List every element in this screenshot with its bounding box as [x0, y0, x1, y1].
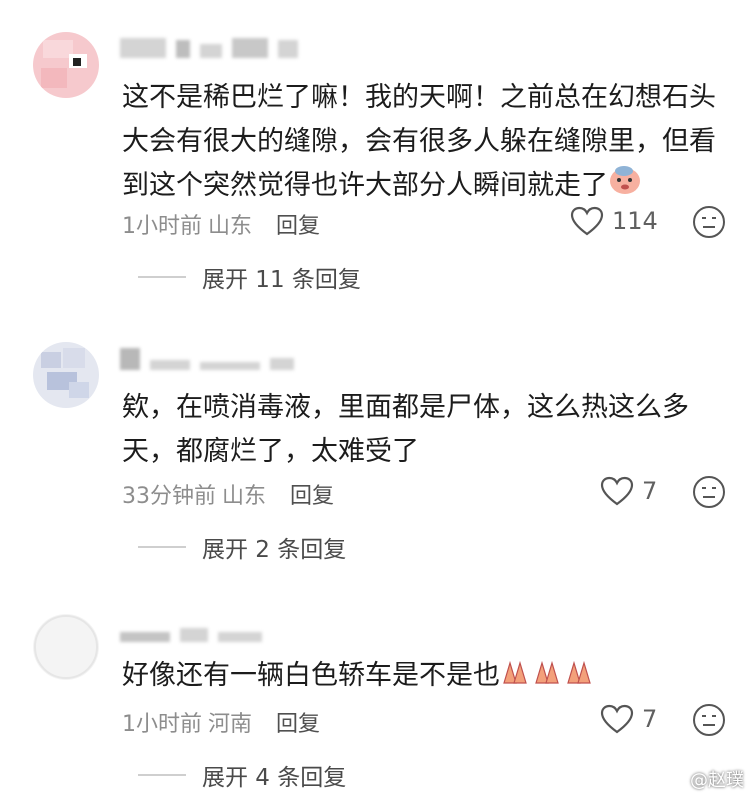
- dislike-face-icon[interactable]: [691, 204, 727, 240]
- expand-replies[interactable]: 展开 2 条回复: [138, 530, 346, 564]
- timestamp: 1小时前: [122, 214, 202, 239]
- dislike-face-icon[interactable]: [691, 474, 727, 510]
- comment-meta: 1小时前 山东 回复: [122, 208, 320, 240]
- like-count: 7: [642, 705, 658, 733]
- username-blurred[interactable]: [120, 36, 298, 58]
- heart-icon: [600, 704, 634, 734]
- divider-line: [138, 774, 186, 776]
- avatar[interactable]: [33, 614, 99, 680]
- like-count: 114: [612, 207, 658, 235]
- watermark-text: @赵璞: [690, 770, 744, 791]
- comment-text: 欸，在喷消毒液，里面都是尸体，这么热这么多天，都腐烂了，太难受了: [122, 392, 689, 467]
- praying-hands-emoji: [500, 655, 596, 699]
- location: 山东: [222, 484, 267, 509]
- divider-line: [138, 546, 186, 548]
- heart-icon: [600, 476, 634, 506]
- comment-text: 好像还有一辆白色轿车是不是也: [122, 654, 722, 699]
- location: 河南: [208, 712, 253, 737]
- like-button[interactable]: 114: [570, 206, 658, 236]
- location: 山东: [208, 214, 253, 239]
- timestamp: 1小时前: [122, 712, 202, 737]
- expand-replies-label: 展开 2 条回复: [202, 537, 347, 563]
- expand-replies[interactable]: 展开 11 条回复: [138, 260, 361, 294]
- like-button[interactable]: 7: [600, 704, 657, 734]
- weibo-logo-icon: [664, 771, 686, 788]
- expand-replies-label: 展开 11 条回复: [202, 267, 361, 293]
- like-count: 7: [642, 477, 658, 505]
- username-blurred[interactable]: [120, 348, 294, 370]
- like-button[interactable]: 7: [600, 476, 657, 506]
- divider-line: [138, 276, 186, 278]
- heart-icon: [570, 206, 604, 236]
- dislike-face-icon[interactable]: [691, 702, 727, 738]
- comment-meta: 33分钟前 山东 回复: [122, 478, 334, 510]
- comment-meta: 1小时前 河南 回复: [122, 706, 320, 738]
- timestamp: 33分钟前: [122, 484, 216, 509]
- avatar[interactable]: [33, 342, 99, 408]
- comment-text: 这不是稀巴烂了嘛！我的天啊！之前总在幻想石头大会有很大的缝隙，会有很多人躲在缝隙…: [122, 76, 722, 209]
- expand-replies[interactable]: 展开 4 条回复: [138, 758, 346, 792]
- weibo-watermark: @赵璞: [664, 766, 744, 792]
- expand-replies-label: 展开 4 条回复: [202, 765, 347, 791]
- reply-button[interactable]: 回复: [276, 706, 320, 738]
- avatar[interactable]: [33, 32, 99, 98]
- username-blurred[interactable]: [120, 620, 262, 642]
- reply-button[interactable]: 回复: [276, 208, 320, 240]
- reply-button[interactable]: 回复: [290, 478, 334, 510]
- crying-face-emoji: [608, 165, 642, 209]
